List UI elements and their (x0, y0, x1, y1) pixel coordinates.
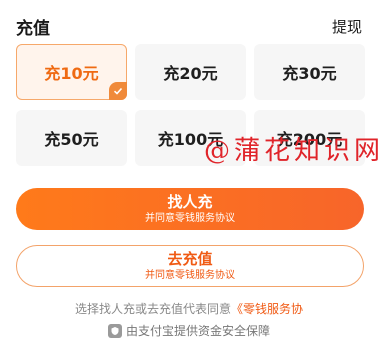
shield-icon (107, 323, 122, 338)
agreement-link[interactable]: 《零钱服务协 (231, 302, 303, 316)
amount-label: 充20元 (163, 64, 218, 83)
amount-label: 充50元 (44, 130, 99, 149)
amount-option-10[interactable]: 充10元 (16, 44, 127, 100)
amount-option-20[interactable]: 充20元 (135, 44, 246, 100)
button-label: 去充值 (167, 249, 213, 268)
button-label: 找人充 (167, 192, 213, 211)
watermark: @蒲花知识网 (204, 136, 378, 166)
button-sublabel: 并同意零钱服务协议 (145, 212, 235, 224)
find-person-recharge-button[interactable]: 找人充 并同意零钱服务协议 (16, 188, 364, 230)
withdraw-link[interactable]: 提现 (332, 16, 362, 37)
recharge-button[interactable]: 去充值 并同意零钱服务协议 (16, 245, 364, 287)
agreement-text: 选择找人充或去充值代表同意《零钱服务协 (0, 300, 378, 317)
security-notice: 由支付宝提供资金安全保障 (0, 322, 378, 339)
check-icon (109, 82, 127, 100)
agreement-prefix: 选择找人充或去充值代表同意 (74, 302, 231, 316)
amount-option-30[interactable]: 充30元 (254, 44, 365, 100)
amount-option-50[interactable]: 充50元 (16, 110, 127, 166)
amount-label: 充10元 (44, 64, 99, 83)
amount-label: 充30元 (282, 64, 337, 83)
security-text: 由支付宝提供资金安全保障 (125, 324, 270, 338)
page-title: 充值 (16, 18, 50, 39)
button-sublabel: 并同意零钱服务协议 (145, 269, 235, 281)
header: 充值 提现 (16, 14, 362, 39)
